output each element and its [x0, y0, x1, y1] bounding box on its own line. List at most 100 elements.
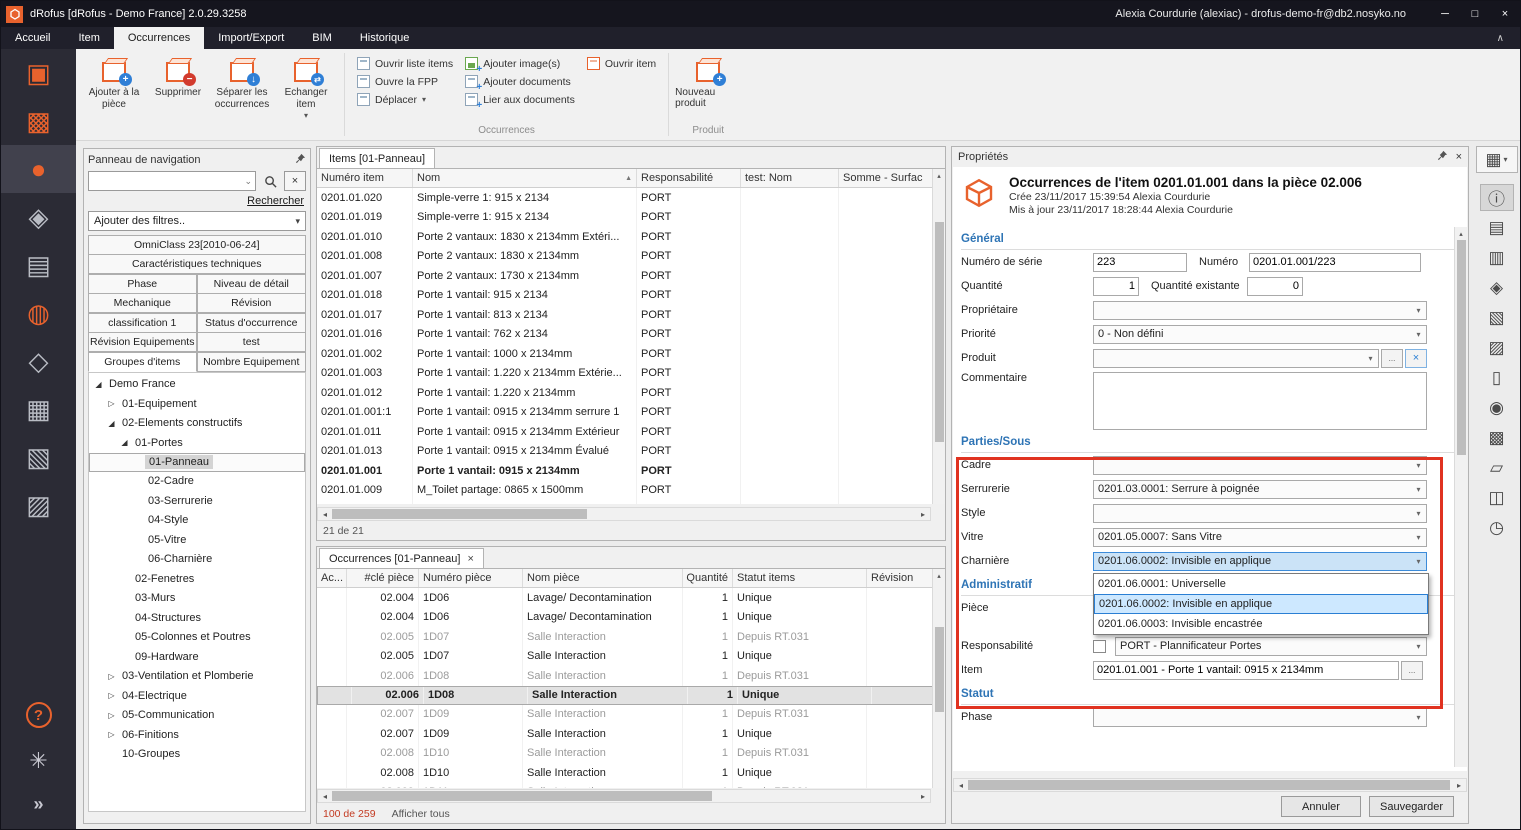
quantity-field[interactable]	[1093, 277, 1139, 296]
expand-sidebar-icon[interactable]: »	[33, 794, 43, 815]
tree-node[interactable]: 03-Ventilation et Plomberie	[89, 667, 305, 687]
tree-node[interactable]: 02-Cadre	[89, 472, 305, 492]
collapse-ribbon-icon[interactable]: ∧	[1481, 27, 1520, 49]
items-horizontal-scrollbar[interactable]: ◂ ▸	[317, 507, 931, 521]
search-link[interactable]: Rechercher	[88, 195, 304, 207]
filter-button[interactable]: Révision Equipements	[88, 332, 198, 352]
column-header[interactable]: Responsabilité	[637, 169, 741, 187]
module-logistics-icon[interactable]: ◇	[1, 337, 76, 385]
item-row[interactable]: 0201.01.012 Porte 1 vantail: 1.220 x 213…	[317, 383, 945, 403]
camera-panel-icon[interactable]: ◉ ▾	[1480, 394, 1514, 421]
module-items-icon[interactable]: ▣	[1, 49, 76, 97]
filter-button[interactable]: Phase	[88, 274, 198, 294]
tree-node[interactable]: 06-Finitions	[89, 725, 305, 745]
item-browse-button[interactable]: ...	[1401, 661, 1423, 680]
tree-node[interactable]: 04-Structures	[89, 608, 305, 628]
part-select[interactable]: 0201.03.0001: Serrure à poignée▾	[1093, 480, 1427, 499]
tree-expander-icon[interactable]	[105, 691, 118, 700]
column-header[interactable]: Numéro item	[317, 169, 413, 187]
module-catalog-icon[interactable]: ▧	[1, 433, 76, 481]
module-systems-icon[interactable]: ◈	[1, 193, 76, 241]
column-header[interactable]: Nom pièce	[523, 569, 683, 587]
tree-node[interactable]: 03-Murs	[89, 589, 305, 609]
serial-number-field[interactable]	[1093, 253, 1187, 272]
occurrence-row[interactable]: 02.006 1D08 Salle Interaction 1 Unique	[317, 686, 945, 705]
tree-node[interactable]: 05-Vitre	[89, 530, 305, 550]
filter-button[interactable]: Status d'occurrence	[197, 313, 307, 333]
tree-node[interactable]: 04-Style	[89, 511, 305, 531]
part-select[interactable]: ▾	[1093, 504, 1427, 523]
item-row[interactable]: 0201.01.009 M_Toilet partage: 0865 x 150…	[317, 481, 945, 501]
systems-panel-icon[interactable]: ◈ ▾	[1480, 274, 1514, 301]
ribbon-tab[interactable]: Occurrences	[114, 27, 204, 49]
item-row[interactable]: 0201.01.003 Porte 1 vantail: 1.220 x 213…	[317, 364, 945, 384]
product-panel-icon[interactable]: ▨ ▾	[1480, 334, 1514, 361]
part-select[interactable]: 0201.05.0007: Sans Vitre▾	[1093, 528, 1427, 547]
tree-node[interactable]: 05-Colonnes et Poutres	[89, 628, 305, 648]
ribbon-small-button[interactable]: Ouvre la FPP ▾	[357, 75, 453, 88]
occurrence-row[interactable]: 02.005 1D07 Salle Interaction 1 Unique	[317, 647, 945, 667]
column-header[interactable]: Ac...	[317, 569, 347, 587]
module-occurrences-icon[interactable]: ●	[1, 145, 76, 193]
module-products-icon[interactable]: ▩	[1, 97, 76, 145]
ribbon-tab[interactable]: Accueil	[1, 27, 64, 49]
module-documents-icon[interactable]: ▤	[1, 241, 76, 289]
priority-select[interactable]: 0 - Non défini▾	[1093, 325, 1427, 344]
module-buildings-icon[interactable]: ▦	[1, 385, 76, 433]
search-icon[interactable]	[259, 171, 281, 191]
tree-node[interactable]: 01-Portes	[89, 433, 305, 453]
occurrence-row[interactable]: 02.008 1D10 Salle Interaction 1 Unique	[317, 763, 945, 783]
item-row[interactable]: 0201.01.019 Simple-verre 1: 915 x 2134 P…	[317, 208, 945, 228]
item-row[interactable]: 0201.01.018 Porte 1 vantail: 915 x 2134 …	[317, 286, 945, 306]
owner-select[interactable]: ▾	[1093, 301, 1427, 320]
existing-quantity-field[interactable]	[1247, 277, 1303, 296]
item-row[interactable]: 0201.01.001 Porte 1 vantail: 0915 x 2134…	[317, 461, 945, 481]
clipboard-panel-icon[interactable]: ▯ ▾	[1480, 364, 1514, 391]
occurrence-row[interactable]: 02.008 1D10 Salle Interaction 1 Depuis R…	[317, 744, 945, 764]
tab-items[interactable]: Items [01-Panneau]	[319, 148, 435, 168]
filter-button[interactable]: Caractéristiques techniques	[88, 254, 307, 274]
tree-expander-icon[interactable]	[118, 438, 131, 447]
tree-node[interactable]: 03-Serrurerie	[89, 491, 305, 511]
responsibility-checkbox[interactable]	[1093, 640, 1106, 653]
show-all-link[interactable]: Afficher tous	[392, 808, 450, 820]
close-button[interactable]: ×	[1490, 1, 1520, 27]
cube-panel-icon[interactable]: ▧ ▾	[1480, 304, 1514, 331]
tree-node[interactable]: 02-Elements constructifs	[89, 414, 305, 434]
occurrence-row[interactable]: 02.009 1D11 Salle Interaction 1 Depuis R…	[317, 783, 945, 789]
dropdown-option[interactable]: 0201.06.0003: Invisible encastrée	[1094, 614, 1428, 634]
module-reports-icon[interactable]: ▨	[1, 481, 76, 529]
occurrences-horizontal-scrollbar[interactable]: ◂ ▸	[317, 789, 931, 803]
occurrence-row[interactable]: 02.007 1D09 Salle Interaction 1 Unique	[317, 724, 945, 744]
phase-select[interactable]: ▾	[1093, 708, 1427, 727]
ribbon-big-button[interactable]: Ajouter à la pièce ▾	[82, 51, 146, 125]
tree-expander-icon[interactable]	[105, 399, 118, 408]
item-row[interactable]: 0201.01.010 Porte 2 vantaux: 1830 x 2134…	[317, 227, 945, 247]
tree-node[interactable]: 05-Communication	[89, 706, 305, 726]
item-row[interactable]: 0201.01.011 Porte 1 vantail: 0915 x 2134…	[317, 422, 945, 442]
search-history-icon[interactable]: ⌄	[244, 176, 255, 187]
help-icon[interactable]: ?	[26, 702, 52, 728]
tree-expander-icon[interactable]	[105, 711, 118, 720]
documents-panel-icon[interactable]: ▤ ▾	[1480, 214, 1514, 241]
filter-button[interactable]: Nombre Equipement	[197, 352, 307, 372]
item-row[interactable]: 0201.01.007 Porte 2 vantaux: 1730 x 2134…	[317, 266, 945, 286]
product-select[interactable]: ▾	[1093, 349, 1379, 368]
column-header[interactable]: Numéro pièce	[419, 569, 523, 587]
cancel-button[interactable]: Annuler	[1281, 796, 1361, 817]
occurrence-row[interactable]: 02.006 1D08 Salle Interaction 1 Depuis R…	[317, 666, 945, 686]
ribbon-tab[interactable]: BIM	[298, 27, 346, 49]
search-input[interactable]: ⌄	[88, 171, 256, 191]
ribbon-big-button[interactable]: Echanger item ▾	[274, 51, 338, 125]
item-row[interactable]: 0201.01.017 Porte 1 vantail: 813 x 2134 …	[317, 305, 945, 325]
occurrence-row[interactable]: 02.007 1D09 Salle Interaction 1 Depuis R…	[317, 705, 945, 725]
ribbon-small-button[interactable]: Lier aux documents	[465, 93, 575, 106]
minimize-button[interactable]: ─	[1430, 1, 1460, 27]
module-finance-icon[interactable]: ◍	[1, 289, 76, 337]
product-browse-button[interactable]: ...	[1381, 349, 1403, 368]
filter-button[interactable]: classification 1	[88, 313, 198, 333]
item-row[interactable]: 0201.01.016 Porte 1 vantail: 762 x 2134 …	[317, 325, 945, 345]
settings-gear-icon[interactable]: ✳	[29, 748, 47, 774]
maximize-button[interactable]: □	[1460, 1, 1490, 27]
pin-icon[interactable]	[295, 153, 306, 167]
